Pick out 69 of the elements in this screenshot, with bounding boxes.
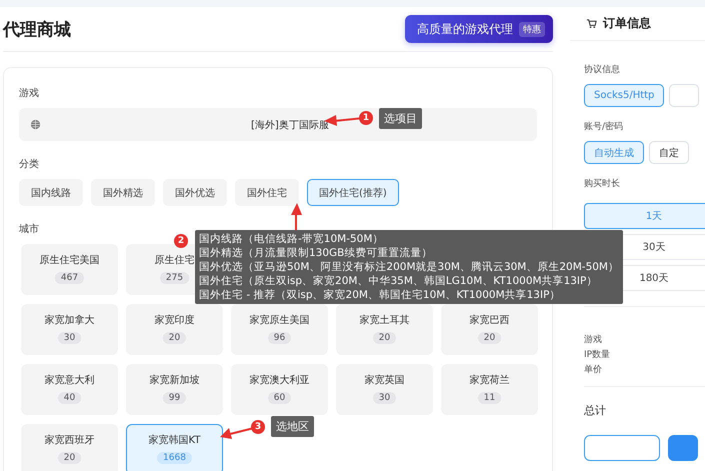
ip-count: 11 [478,392,502,404]
summary-label: 单价 [584,364,603,377]
ip-count: 467 [54,272,84,284]
city-option[interactable]: 家宽土耳其 20 [336,304,433,355]
summary-label: 游戏 [584,334,603,347]
field-label: 游戏 [19,86,40,100]
city-name: 家宽新加坡 [150,374,200,387]
promo-badge: 特惠 [519,22,545,36]
page-title: 代理商城 [3,18,71,40]
promo-button[interactable]: 高质量的游戏代理 特惠 [405,15,553,43]
city-name: 原生住宅 [154,254,194,267]
city-option[interactable]: 家宽荷兰 11 [441,364,538,415]
city-name: 家宽印度 [154,314,194,327]
category-option[interactable]: 国内线路 [19,179,83,206]
field-label: 购买时长 [584,178,621,190]
ip-count: 20 [478,332,502,344]
ip-count: 30 [372,392,396,404]
city-name: 原生住宅美国 [40,254,100,267]
account-option[interactable]: 自定 [649,141,689,164]
category-option[interactable]: 国外住宅(推荐) [307,179,399,206]
tooltip-line: 国内线路（电信线路-带宽10M-50M） [199,232,384,246]
ip-count: 60 [268,392,292,404]
field-label: 账号/密码 [584,120,624,133]
total-label: 总计 [584,403,607,418]
ip-count: 99 [162,392,186,404]
city-option[interactable]: 家宽英国 30 [336,364,433,415]
city-option[interactable]: 家宽加拿大 30 [21,304,118,355]
city-name: 家宽巴西 [470,314,510,327]
city-name: 家宽韩国KT [148,434,200,447]
ip-count: 20 [162,332,186,344]
cart-icon [586,18,597,29]
ip-count: 20 [58,452,82,464]
city-option[interactable]: 家宽原生美国 96 [231,304,328,355]
city-name: 家宽原生美国 [250,314,310,327]
ip-count: 275 [160,272,190,284]
arrow [291,203,302,232]
ip-count: 40 [58,392,82,404]
city-option[interactable]: 家宽澳大利亚 60 [231,364,328,415]
panel-title: 订单信息 [603,15,651,32]
ip-count: 96 [268,332,292,344]
city-name: 家宽加拿大 [44,314,94,327]
field-label: 协议信息 [584,64,621,76]
callout-label: 选项目 [379,108,422,129]
city-option[interactable]: 家宽西班牙 20 [21,424,118,471]
city-name: 家宽土耳其 [360,314,410,327]
category-option[interactable]: 国外精选 [91,179,155,206]
city-name: 家宽荷兰 [470,374,510,387]
city-option[interactable]: 家宽巴西 20 [441,304,538,355]
city-option[interactable]: 家宽新加坡 99 [126,364,223,415]
ip-count: 30 [58,332,82,344]
field-label: 分类 [19,158,40,171]
city-option[interactable]: 家宽韩国KT 1668 [126,424,223,471]
outline-button[interactable] [584,435,660,461]
ip-count: 1668 [157,452,192,464]
ip-count: 20 [372,332,396,344]
summary-label: IP数量 [584,348,612,362]
field-label: 城市 [19,222,40,236]
primary-button[interactable] [668,435,698,461]
city-name: 家宽澳大利亚 [250,374,310,387]
city-name: 家宽意大利 [44,374,94,387]
city-option[interactable]: 原生住宅美国 467 [21,244,118,295]
city-option[interactable]: 家宽意大利 40 [21,364,118,415]
city-option[interactable]: 家宽印度 20 [126,304,223,355]
city-name: 家宽西班牙 [44,434,94,447]
callout-label: 选地区 [271,416,314,437]
category-option[interactable]: 国外住宅 [235,179,299,206]
globe-icon [30,119,41,130]
city-name: 家宽英国 [364,374,404,387]
category-option[interactable]: 国外优选 [163,179,227,206]
